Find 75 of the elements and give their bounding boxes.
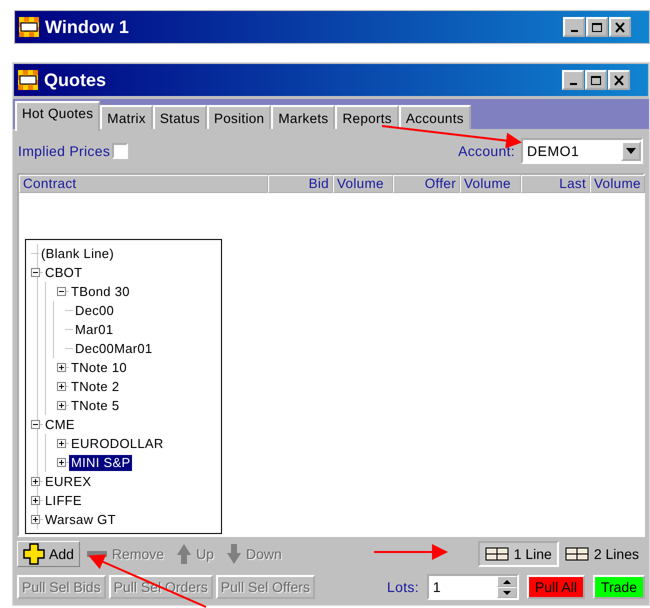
maximize-button[interactable] xyxy=(586,17,608,37)
tab[interactable]: Matrix xyxy=(100,105,153,129)
account-dropdown[interactable]: DEMO1 xyxy=(521,138,643,164)
column-header[interactable]: Contract xyxy=(19,175,268,193)
expand-icon[interactable] xyxy=(57,458,66,467)
tree-item[interactable]: Warsaw GT xyxy=(43,512,118,528)
window-title: Window 1 xyxy=(45,16,130,38)
dropdown-arrow-icon xyxy=(626,148,636,154)
down-caret-icon xyxy=(502,590,511,594)
collapse-icon[interactable] xyxy=(31,420,40,429)
line-mode-button[interactable]: 1 Line xyxy=(478,541,559,567)
tree-item[interactable]: Dec00 xyxy=(73,302,116,318)
line-mode-button[interactable]: 2 Lines xyxy=(558,542,645,566)
up-caret-icon xyxy=(502,580,511,584)
tab[interactable]: Markets xyxy=(271,105,336,129)
column-header[interactable]: Last xyxy=(521,175,590,193)
pull-all-button[interactable]: Pull All xyxy=(526,575,585,599)
app-icon xyxy=(19,17,39,37)
tree-item[interactable]: Mar01 xyxy=(73,322,116,338)
column-header[interactable]: Volume xyxy=(333,175,393,193)
minimize-icon xyxy=(570,30,578,32)
up-arrow-icon xyxy=(176,543,192,565)
lots-spinner[interactable]: 1 xyxy=(426,574,519,600)
tree-item[interactable]: TNote 5 xyxy=(69,398,122,414)
add-button[interactable]: Add xyxy=(17,541,80,567)
tree-item[interactable]: TNote 2 xyxy=(69,378,122,394)
tab[interactable]: Status xyxy=(152,105,207,129)
tab[interactable]: Accounts xyxy=(398,105,471,129)
double-row-icon xyxy=(564,547,589,561)
tree-item[interactable]: EUREX xyxy=(43,474,94,490)
expand-icon[interactable] xyxy=(31,496,40,505)
collapse-icon[interactable] xyxy=(31,268,40,277)
minimize-icon xyxy=(570,83,576,85)
close-button[interactable] xyxy=(609,17,631,37)
implied-prices-checkbox[interactable] xyxy=(112,143,128,159)
tree-item[interactable]: LIFFE xyxy=(43,492,84,508)
trade-button[interactable]: Trade xyxy=(592,575,645,599)
expand-icon[interactable] xyxy=(57,401,66,410)
tree-item[interactable]: CBOT xyxy=(43,264,84,280)
expand-icon[interactable] xyxy=(31,477,40,486)
close-icon xyxy=(614,22,626,32)
maximize-icon xyxy=(591,22,603,32)
tree-item[interactable]: CME xyxy=(43,416,77,432)
column-header[interactable]: Offer xyxy=(393,175,460,193)
plus-icon xyxy=(23,543,45,565)
tree-item[interactable]: Dec00Mar01 xyxy=(73,340,154,356)
tree-item[interactable]: TBond 30 xyxy=(69,284,132,300)
tab[interactable]: Hot Quotes xyxy=(15,101,100,131)
tree-item[interactable]: MINI S&P xyxy=(69,454,132,470)
account-label: Account: xyxy=(458,143,515,159)
expand-icon[interactable] xyxy=(57,382,66,391)
single-row-icon xyxy=(484,547,509,561)
tree-item[interactable]: (Blank Line) xyxy=(39,246,116,262)
tab[interactable]: Position xyxy=(206,105,272,129)
expand-icon[interactable] xyxy=(57,363,66,372)
tree-item[interactable]: TNote 10 xyxy=(69,360,129,376)
maximize-button[interactable] xyxy=(585,70,607,90)
window-title: Quotes xyxy=(44,70,108,90)
minimize-button[interactable] xyxy=(563,17,585,37)
close-button[interactable] xyxy=(608,70,630,90)
implied-prices-label: Implied Prices xyxy=(18,143,110,159)
lots-label: Lots: xyxy=(387,579,419,595)
collapse-icon[interactable] xyxy=(57,287,66,296)
down-arrow-icon xyxy=(226,543,242,565)
column-header[interactable]: Volume xyxy=(590,175,645,193)
expand-icon[interactable] xyxy=(57,439,66,448)
tree-item[interactable]: EURODOLLAR xyxy=(69,436,166,452)
minimize-button[interactable] xyxy=(562,70,584,90)
tab[interactable]: Reports xyxy=(335,105,399,129)
close-icon xyxy=(613,74,625,86)
app-icon xyxy=(18,70,38,90)
column-header[interactable]: Volume xyxy=(460,175,521,193)
maximize-icon xyxy=(590,74,602,86)
expand-icon[interactable] xyxy=(31,515,40,524)
column-header[interactable]: Bid xyxy=(268,175,333,193)
